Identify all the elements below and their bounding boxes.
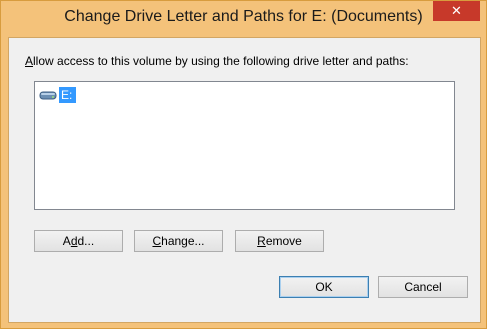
add-button-text-post: d... [77,234,95,248]
list-item[interactable]: E: [39,86,77,104]
remove-button[interactable]: Remove [235,230,324,252]
ok-button[interactable]: OK [279,276,369,298]
remove-button-accelerator: R [257,234,266,248]
add-button[interactable]: Add... [34,230,123,252]
close-icon: ✕ [451,3,462,18]
change-button[interactable]: Change... [134,230,223,252]
add-button-accelerator: d [70,234,78,248]
add-button-text-pre: A [62,234,71,248]
instructions-label: Allow access to this volume by using the… [25,54,409,68]
window-title: Change Drive Letter and Paths for E: (Do… [64,8,423,25]
title-bar[interactable]: Change Drive Letter and Paths for E: (Do… [1,1,486,37]
cancel-button[interactable]: Cancel [378,276,468,298]
change-button-text: hange... [161,234,205,248]
drive-icon [39,89,57,101]
list-item-label: E: [59,87,77,103]
close-button[interactable]: ✕ [433,1,480,21]
drive-paths-list[interactable]: E: [34,81,455,210]
instructions-text: llow access to this volume by using the … [33,54,409,68]
change-button-accelerator: C [152,234,162,248]
instructions-accelerator: A [25,54,34,68]
remove-button-text: emove [265,234,302,248]
